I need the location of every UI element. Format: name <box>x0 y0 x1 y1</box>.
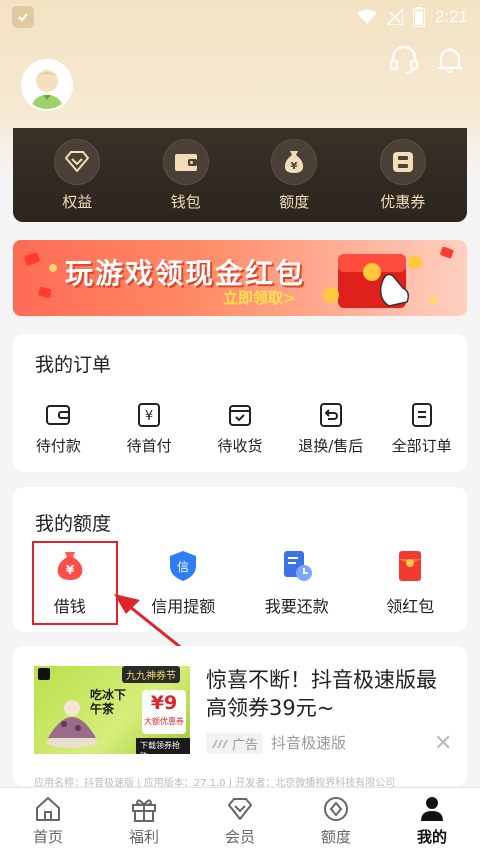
app-notification-icon <box>12 6 34 28</box>
order-item-returns[interactable]: 退换/售后 <box>286 402 376 456</box>
credit-shield-icon: 信 <box>170 551 197 581</box>
list-icon <box>411 403 432 427</box>
ice-dessert-graphic <box>46 700 98 748</box>
nav-label: 首页 <box>32 827 63 846</box>
ad-image-amount: ¥9 <box>150 692 178 714</box>
ad-card[interactable]: 九九神券节 吃冰下午茶 ¥9 大额优惠券 下载领券抢购 惊喜不断！抖音极速版最高… <box>13 646 467 789</box>
home-icon <box>36 796 60 821</box>
signal-icon <box>386 9 403 25</box>
svg-text:信: 信 <box>177 560 189 574</box>
svg-text:¥: ¥ <box>291 161 298 172</box>
avatar[interactable] <box>21 59 73 111</box>
orders-card: 我的订单 待付款 ¥ 待首付 待收货 退换/售后 全部订单 <box>13 334 467 472</box>
diamond-icon <box>228 797 252 820</box>
money-bag-icon: ¥ <box>271 138 318 185</box>
close-icon[interactable]: ✕ <box>434 731 452 756</box>
order-item-pending-receipt[interactable]: 待收货 <box>195 402 285 456</box>
ad-tag: 广告 <box>206 733 264 754</box>
nav-label: 我的 <box>416 827 447 846</box>
nav-item-member[interactable]: 会员 <box>200 795 280 847</box>
game-banner[interactable]: 玩游戏领现金红包 立即领取> <box>13 240 467 316</box>
ad-title[interactable]: 惊喜不断！抖音极速版最高领券39元~ <box>206 666 456 722</box>
bell-icon[interactable] <box>434 44 466 76</box>
ad-image-cta: 下载领券抢购 <box>136 738 190 754</box>
coin-icon <box>324 796 348 821</box>
yen-bag-icon: ¥ <box>57 552 83 580</box>
order-label: 全部订单 <box>391 437 452 455</box>
nav-item-welfare[interactable]: 福利 <box>104 795 184 847</box>
nav-item-home[interactable]: 首页 <box>8 795 88 847</box>
banner-subtitle[interactable]: 立即领取> <box>223 287 296 308</box>
credit-item-red-envelope[interactable]: 领红包 <box>360 549 460 617</box>
benefit-label: 优惠券 <box>380 192 426 211</box>
ad-source: 抖音极速版 <box>271 734 347 752</box>
box-check-icon <box>228 405 251 426</box>
wifi-icon <box>356 9 377 24</box>
battery-icon <box>412 7 425 27</box>
credit-item-borrow[interactable]: ¥ 借钱 <box>20 549 120 617</box>
ad-image-coupon: ¥9 大额优惠券 <box>142 690 186 734</box>
ad-image-top-text: 九九神券节 <box>122 666 180 683</box>
svg-text:¥: ¥ <box>145 409 153 424</box>
bill-clock-icon <box>283 551 312 581</box>
red-envelope-icon <box>399 551 422 581</box>
credit-title: 我的额度 <box>35 513 112 535</box>
nav-item-mine[interactable]: 我的 <box>392 795 472 847</box>
douyin-logo <box>38 668 50 680</box>
return-icon <box>319 403 342 427</box>
benefit-label: 额度 <box>279 192 310 211</box>
nav-label: 会员 <box>224 827 255 846</box>
benefits-card: 权益 钱包 ¥ 额度 优惠券 <box>13 128 467 222</box>
credit-item-repay[interactable]: 我要还款 <box>247 549 347 617</box>
bottom-nav: 首页 福利 会员 额度 我的 <box>0 787 480 853</box>
banner-title: 玩游戏领现金红包 <box>65 257 306 290</box>
ad-image: 九九神券节 吃冰下午茶 ¥9 大额优惠券 下载领券抢购 <box>34 666 190 754</box>
benefit-item-coupon[interactable]: 优惠券 <box>358 138 448 212</box>
ad-tag-label: 广告 <box>232 738 259 753</box>
order-item-pending-payment[interactable]: 待付款 <box>13 402 103 456</box>
benefit-item-wallet[interactable]: 钱包 <box>141 138 231 212</box>
benefit-label: 权益 <box>62 192 93 211</box>
coupon-icon <box>379 138 426 185</box>
status-bar: 2:21 <box>0 0 480 34</box>
credit-card: 我的额度 ¥ 借钱 信 信用提额 我要还款 领红包 <box>13 487 467 632</box>
nav-item-credit[interactable]: 额度 <box>296 795 376 847</box>
ad-brand-icon <box>212 739 228 748</box>
order-item-all[interactable]: 全部订单 <box>377 402 467 456</box>
order-label: 待收货 <box>217 437 263 455</box>
benefit-item-rights[interactable]: 权益 <box>32 138 122 212</box>
gift-icon <box>132 798 156 822</box>
person-icon <box>421 796 443 821</box>
wallet-icon <box>46 405 71 425</box>
credit-label: 领红包 <box>386 597 435 616</box>
svg-text:¥: ¥ <box>66 563 75 577</box>
diamond-icon <box>54 138 101 185</box>
benefit-label: 钱包 <box>170 192 201 211</box>
order-label: 退换/售后 <box>298 437 364 455</box>
benefit-item-credit[interactable]: ¥ 额度 <box>249 138 339 212</box>
yen-icon: ¥ <box>138 403 161 427</box>
nav-label: 额度 <box>320 827 351 846</box>
credit-label: 借钱 <box>53 597 86 616</box>
order-label: 待付款 <box>35 437 81 455</box>
order-item-pending-downpayment[interactable]: ¥ 待首付 <box>104 402 194 456</box>
nav-label: 福利 <box>128 827 159 846</box>
headset-icon[interactable] <box>388 44 420 76</box>
ad-image-coupon-text: 大额优惠券 <box>144 717 184 726</box>
credit-label: 我要还款 <box>264 597 329 616</box>
wallet-icon <box>162 138 209 185</box>
status-time: 2:21 <box>434 7 468 26</box>
orders-title: 我的订单 <box>35 354 112 376</box>
order-label: 待首付 <box>126 437 172 455</box>
